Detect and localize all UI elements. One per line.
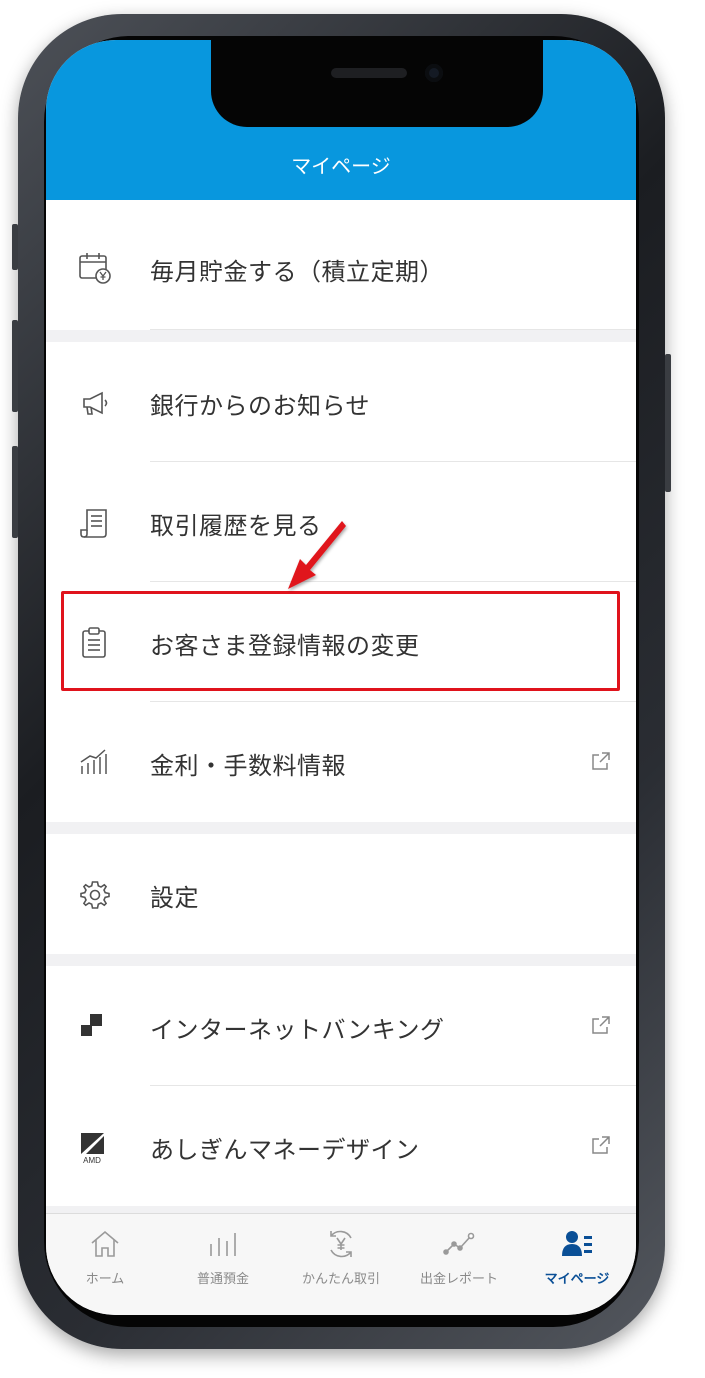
tab-label: 出金レポート xyxy=(419,1272,498,1287)
page-title: マイページ xyxy=(291,154,391,178)
tab-easy-transaction[interactable]: かんたん取引 xyxy=(282,1214,400,1315)
blocks-icon xyxy=(81,1014,102,1036)
tab-label: マイページ xyxy=(544,1272,610,1287)
mute-switch xyxy=(12,224,18,270)
section-gap xyxy=(46,954,636,966)
tab-label: ホーム xyxy=(85,1272,125,1287)
external-link-icon xyxy=(592,1136,610,1154)
user-list-icon xyxy=(562,1231,592,1256)
tab-my-page[interactable]: マイページ xyxy=(518,1214,636,1315)
menu-item-settings[interactable]: 設定 xyxy=(46,834,636,954)
megaphone-icon xyxy=(83,391,108,415)
menu-item-notices[interactable]: 銀行からのお知らせ xyxy=(46,342,636,462)
section-gap xyxy=(46,330,636,342)
menu-item-label: インターネットバンキング xyxy=(150,1016,445,1044)
home-icon xyxy=(91,1230,119,1257)
pointer-arrow-icon xyxy=(288,521,346,589)
menu-item-label: 金利・手数料情報 xyxy=(150,752,346,780)
notch xyxy=(211,40,543,127)
divider xyxy=(150,329,636,330)
svg-text:AMD: AMD xyxy=(83,1156,101,1164)
amd-logo-icon: AMD xyxy=(81,1133,104,1164)
tab-label: かんたん取引 xyxy=(301,1272,380,1287)
menu-item-label: あしぎんマネーデザイン xyxy=(150,1136,420,1164)
power-button xyxy=(665,354,671,492)
menu-item-rates[interactable]: 金利・手数料情報 xyxy=(46,702,636,822)
tab-bar: ホーム 普通預金 かんたん取引 出金レポート マイページ xyxy=(46,1213,636,1315)
bar-chart-icon xyxy=(80,749,107,774)
section-gap xyxy=(46,822,636,834)
menu-item-savings[interactable]: 毎月貯金する（積立定期） xyxy=(46,200,636,330)
speaker xyxy=(331,68,407,78)
calendar-yen-icon xyxy=(79,253,111,284)
menu-item-internet-banking[interactable]: インターネットバンキング xyxy=(46,966,636,1086)
tab-label: 普通預金 xyxy=(196,1272,249,1287)
tab-withdrawal-report[interactable]: 出金レポート xyxy=(400,1214,518,1315)
highlight-box xyxy=(61,591,620,691)
camera xyxy=(425,64,443,82)
tab-home[interactable]: ホーム xyxy=(46,1214,164,1315)
menu-item-money-design[interactable]: AMD あしぎんマネーデザイン xyxy=(46,1086,636,1206)
volume-up-button xyxy=(12,320,18,412)
external-link-icon xyxy=(592,752,610,770)
menu-list: 毎月貯金する（積立定期） 銀行からのお知らせ 取引履歴を見る お客さま登録情報の… xyxy=(46,200,636,1206)
volume-down-button xyxy=(12,446,18,538)
line-chart-icon xyxy=(443,1232,475,1255)
tab-savings[interactable]: 普通預金 xyxy=(164,1214,282,1315)
menu-item-label: 設定 xyxy=(150,884,199,912)
menu-item-label: 毎月貯金する（積立定期） xyxy=(150,258,444,286)
receipt-icon xyxy=(80,509,107,538)
bars-icon xyxy=(210,1233,236,1256)
external-link-icon xyxy=(592,1016,610,1034)
yen-exchange-icon xyxy=(330,1230,352,1258)
gear-icon xyxy=(80,881,110,909)
menu-item-label: 銀行からのお知らせ xyxy=(150,392,371,420)
